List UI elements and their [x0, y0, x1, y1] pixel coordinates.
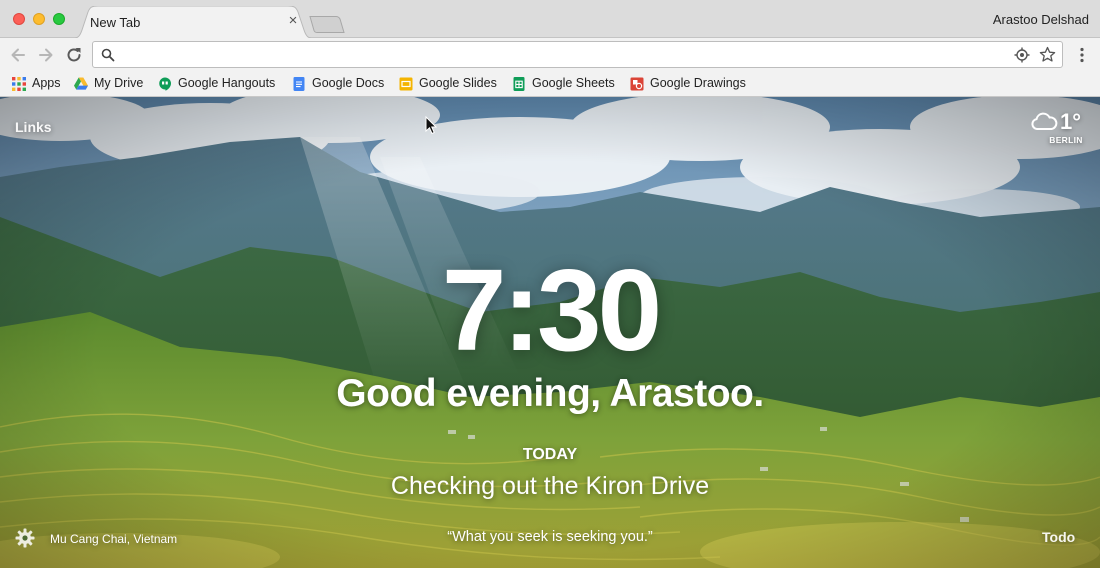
greeting: Good evening, Arastoo.: [336, 372, 764, 415]
bookmark-label: Apps: [32, 76, 61, 90]
title-bar: New Tab × Arastoo Delshad: [0, 0, 1100, 39]
forward-arrow-icon[interactable]: [36, 45, 56, 65]
reload-icon[interactable]: [64, 45, 84, 65]
mouse-pointer-icon: [425, 116, 437, 135]
google-docs-icon: [293, 77, 305, 91]
bookmark-label: Google Slides: [419, 76, 497, 90]
google-drive-icon: [74, 77, 88, 90]
back-arrow-icon[interactable]: [8, 45, 28, 65]
links-button[interactable]: Links: [15, 119, 52, 135]
tab-new-tab[interactable]: New Tab ×: [70, 6, 316, 39]
cloud-icon: [1031, 112, 1058, 130]
address-bar[interactable]: [92, 41, 1063, 68]
momentum-dashboard: Links 1° BERLIN 7:30 Good evening, Arast…: [0, 97, 1100, 568]
bookmark-star-icon[interactable]: [1039, 46, 1056, 63]
tab-close-icon[interactable]: ×: [285, 13, 301, 29]
location-target-icon[interactable]: [1014, 47, 1030, 63]
window-close-button[interactable]: [13, 13, 25, 25]
bookmark-label: Google Drawings: [650, 76, 746, 90]
bookmark-label: Google Docs: [312, 76, 385, 90]
profile-name[interactable]: Arastoo Delshad: [993, 12, 1089, 27]
bookmark-label: My Drive: [94, 76, 144, 90]
hangouts-icon: [159, 77, 171, 91]
bookmarks-bar: Apps My Drive Google Hangouts Google Doc…: [0, 72, 1100, 97]
focus-task[interactable]: Checking out the Kiron Drive: [0, 472, 1100, 501]
clock: 7:30: [441, 245, 662, 375]
more-menu-icon[interactable]: [1076, 46, 1088, 64]
apps-grid-icon: [12, 77, 26, 91]
google-sheets-icon: [513, 77, 525, 91]
weather-widget[interactable]: 1° BERLIN: [1030, 109, 1090, 149]
google-slides-icon: [399, 77, 413, 91]
todo-button[interactable]: Todo: [1042, 529, 1075, 545]
browser-toolbar: [0, 38, 1100, 72]
google-drawings-icon: [630, 77, 644, 91]
bookmark-label: Google Sheets: [532, 76, 615, 90]
weather-temperature: 1°: [1060, 109, 1082, 134]
window-maximize-button[interactable]: [53, 13, 65, 25]
address-input[interactable]: [121, 44, 1001, 65]
search-icon: [101, 48, 115, 62]
new-tab-button[interactable]: [309, 16, 345, 33]
weather-city: BERLIN: [1049, 135, 1083, 145]
tab-title: New Tab: [90, 15, 141, 30]
bookmark-label: Google Hangouts: [178, 76, 276, 90]
focus-label: TODAY: [522, 446, 578, 463]
window-minimize-button[interactable]: [33, 13, 45, 25]
daily-quote: “What you seek is seeking you.”: [447, 529, 653, 545]
